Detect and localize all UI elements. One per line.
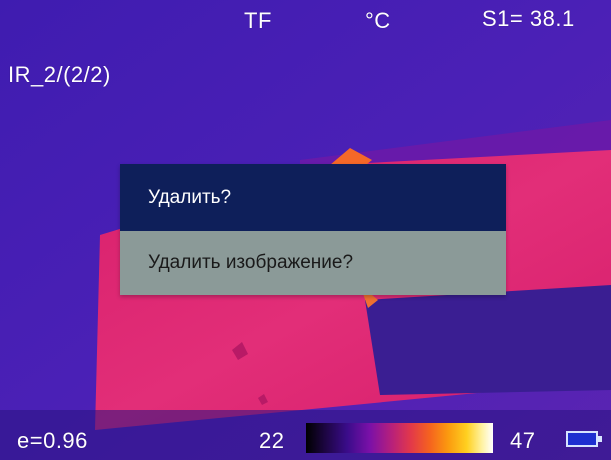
range-min-temperature: 22: [259, 428, 285, 453]
delete-confirm-dialog[interactable]: Удалить? Удалить изображение?: [120, 164, 506, 295]
range-max-temperature: 47: [510, 428, 536, 453]
emissivity-value: e=0.96: [17, 428, 88, 453]
image-filename: IR_2/(2/2): [8, 62, 111, 87]
spot-temperature-readout: S1= 38.1: [482, 6, 575, 31]
color-palette-scale: [306, 423, 493, 453]
temperature-unit: °C: [365, 8, 391, 33]
dialog-message: Удалить изображение?: [120, 231, 506, 295]
battery-icon: [566, 431, 602, 447]
thermal-camera-screen: TF °C S1= 38.1 IR_2/(2/2) e=0.96 22 47 У…: [0, 0, 611, 460]
mode-indicator: TF: [244, 8, 272, 33]
dialog-title: Удалить?: [120, 164, 506, 231]
